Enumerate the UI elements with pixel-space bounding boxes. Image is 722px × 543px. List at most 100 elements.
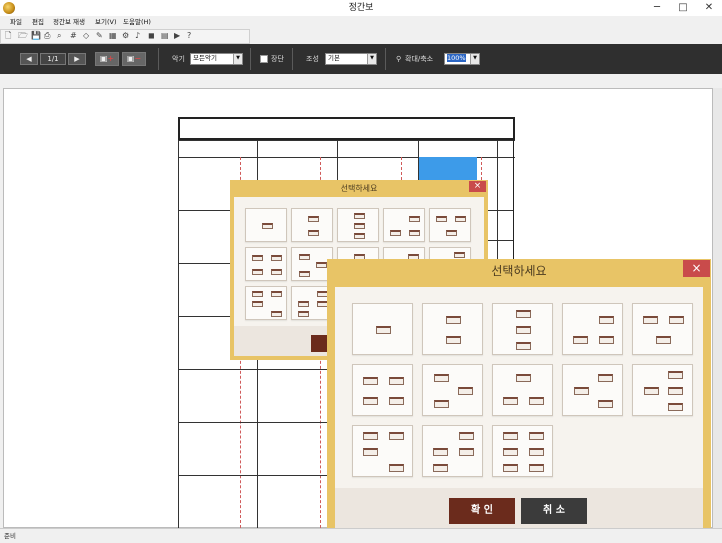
settings-icon[interactable]: ⚙	[122, 31, 131, 41]
grid-line	[178, 140, 515, 141]
menu-playback[interactable]: 정간보 재생	[53, 16, 85, 29]
layout-option-4[interactable]	[383, 208, 425, 242]
print-preview-icon[interactable]: ⌕	[57, 31, 66, 41]
grid-line	[178, 422, 328, 423]
layout-cell-icon	[433, 400, 449, 408]
eraser-icon[interactable]: ◇	[83, 31, 92, 41]
ok-button[interactable]: 확 인	[449, 498, 515, 524]
layout-cell-icon	[353, 212, 365, 219]
note-icon[interactable]: ♪	[135, 31, 144, 41]
zoom-value: 100%	[447, 54, 466, 62]
layout-cell-icon	[643, 387, 659, 395]
key-select[interactable]: 기본 ▼	[325, 53, 377, 65]
selected-cell[interactable]	[419, 157, 477, 180]
layout-cell-icon	[307, 229, 319, 236]
grid-line	[488, 240, 513, 241]
jangdan-checkbox[interactable]	[260, 55, 268, 63]
chevron-down-icon: ▼	[233, 54, 242, 64]
layout-option-2[interactable]	[291, 208, 333, 242]
layout-option-6[interactable]	[352, 364, 413, 416]
table-icon[interactable]: ▤	[161, 31, 170, 41]
layout-cell-icon	[458, 387, 474, 395]
layout-cell-icon	[642, 315, 658, 324]
layout-option-5[interactable]	[429, 208, 471, 242]
layout-option-12[interactable]	[422, 425, 483, 477]
zoom-select[interactable]: 100% ▼	[444, 53, 480, 65]
help-icon[interactable]: ?	[187, 31, 196, 41]
play-icon[interactable]: ▶	[174, 31, 183, 41]
layout-option-2[interactable]	[422, 303, 483, 355]
layout-cell-icon	[353, 223, 365, 229]
layout-option-11[interactable]	[245, 286, 287, 320]
layout-cell-icon	[573, 387, 589, 395]
layout-option-9[interactable]	[562, 364, 623, 416]
layout-option-10[interactable]	[632, 364, 693, 416]
cancel-button[interactable]: 취 소	[521, 498, 587, 524]
menu-help[interactable]: 도움말(H)	[123, 16, 151, 29]
layout-option-1[interactable]	[245, 208, 287, 242]
prev-page-button[interactable]: ◀	[20, 53, 38, 65]
layout-cell-icon	[436, 216, 448, 223]
layout-cell-icon	[353, 233, 365, 240]
layout-option-3[interactable]	[492, 303, 553, 355]
beat-divider	[401, 157, 402, 180]
layout-cell-icon	[599, 315, 615, 324]
close-button[interactable]: ✕	[696, 0, 722, 16]
layout-cell-icon	[599, 336, 615, 345]
layout-cell-icon	[362, 376, 378, 385]
layout-cell-icon	[529, 397, 545, 406]
layout-option-7[interactable]	[422, 364, 483, 416]
grid-icon[interactable]: #	[70, 31, 79, 41]
layout-cell-icon	[502, 397, 518, 406]
layout-cell-icon	[446, 336, 461, 345]
vertical-scrollbar[interactable]	[713, 88, 722, 528]
layout-cell-icon	[299, 253, 311, 260]
layout-cell-icon	[252, 255, 264, 262]
layout-option-5[interactable]	[632, 303, 693, 355]
minimize-button[interactable]: ─	[644, 0, 670, 16]
layout-cell-icon	[668, 402, 684, 411]
stop-icon[interactable]: ◼	[148, 31, 157, 41]
maximize-button[interactable]: □	[670, 0, 696, 16]
beat-divider	[481, 157, 482, 180]
menu-view[interactable]: 보기(V)	[95, 16, 116, 29]
layout-option-3[interactable]	[337, 208, 379, 242]
toolbar-separator	[385, 48, 386, 70]
layout-option-11[interactable]	[352, 425, 413, 477]
layout-cell-icon	[502, 432, 518, 441]
chevron-down-icon: ▼	[367, 54, 376, 64]
menu-edit[interactable]: 편집	[32, 16, 44, 29]
layout-option-4[interactable]	[562, 303, 623, 355]
key-label: 조성	[306, 55, 319, 63]
layout-cell-icon	[298, 311, 310, 318]
print-icon[interactable]: ⎙	[44, 31, 53, 41]
score-title-box[interactable]	[178, 117, 515, 140]
new-file-icon[interactable]: 🗋	[5, 31, 14, 41]
layout-option-8[interactable]	[492, 364, 553, 416]
dialog-close-button[interactable]: ×	[469, 181, 486, 192]
layout-cell-icon	[376, 326, 391, 334]
toolbar-separator	[158, 48, 159, 70]
dialog-close-button[interactable]: ×	[683, 260, 710, 277]
layout-cell-icon	[459, 448, 475, 456]
save-icon[interactable]: 💾	[31, 31, 41, 41]
next-page-button[interactable]: ▶	[68, 53, 86, 65]
instrument-select[interactable]: 모든악기 ▼	[190, 53, 243, 65]
open-folder-icon[interactable]: 🗁	[18, 31, 28, 41]
layout-option-13[interactable]	[492, 425, 553, 477]
grid-line	[488, 210, 513, 211]
menu-file[interactable]: 파일	[10, 16, 22, 29]
pencil-icon[interactable]: ✎	[96, 31, 105, 41]
remove-page-button[interactable]: ▣−	[122, 52, 146, 66]
layout-cell-icon	[516, 310, 531, 319]
layout-cell-icon	[516, 326, 531, 334]
layout-option-6[interactable]	[245, 247, 287, 281]
grid-line	[178, 263, 230, 264]
plus-icon: +	[107, 54, 115, 63]
layout-cell-icon	[598, 400, 614, 408]
add-page-button[interactable]: ▣+	[95, 52, 119, 66]
image-icon[interactable]: ▦	[109, 31, 118, 41]
layout-cell-icon	[668, 371, 684, 380]
grid-line	[178, 369, 328, 370]
layout-option-1[interactable]	[352, 303, 413, 355]
